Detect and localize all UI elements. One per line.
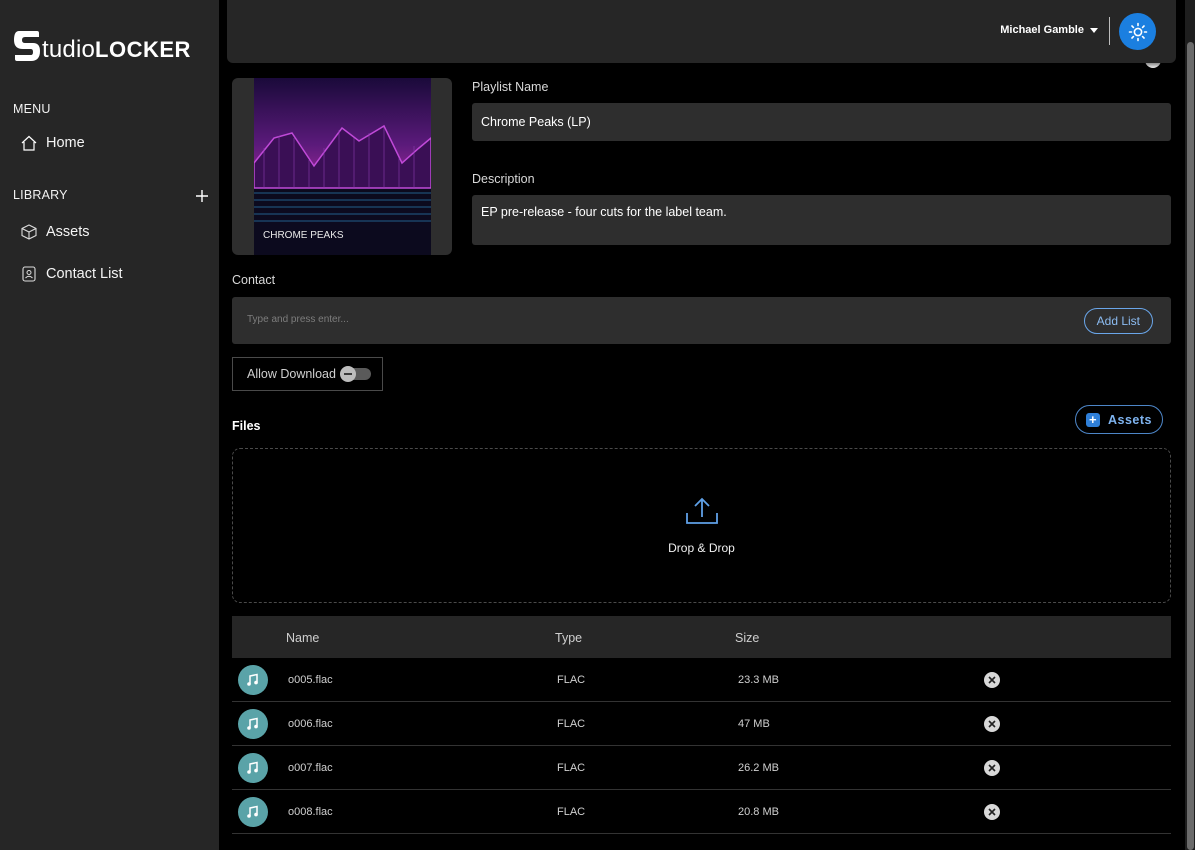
plus-icon: + [1086,412,1100,427]
sidebar-item-contact-list[interactable]: Contact List [20,265,123,283]
user-menu[interactable]: Michael Gamble [1000,24,1098,36]
sun-icon [1128,22,1147,41]
assets-button-label: Assets [1108,412,1152,427]
file-type: FLAC [557,718,586,730]
library-section-title: LIBRARY [13,188,68,202]
user-name: Michael Gamble [1000,24,1084,36]
contact-placeholder: Type and press enter... [247,314,349,325]
toggle-knob [340,366,356,382]
remove-file-icon[interactable] [984,760,1000,776]
sidebar: tudioLOCKER MENU Home LIBRARY Assets Con… [0,0,219,850]
toggle-switch[interactable] [340,366,371,382]
logo-text: tudioLOCKER [42,36,191,63]
allow-download-toggle[interactable]: Allow Download [232,357,383,391]
dropzone-text: Drop & Drop [668,541,735,555]
music-note-icon [238,665,268,695]
sidebar-item-home[interactable]: Home [20,134,85,152]
remove-file-icon[interactable] [984,672,1000,688]
file-size: 26.2 MB [738,762,779,774]
music-note-icon [238,709,268,739]
cube-icon [21,224,37,240]
description-textarea[interactable]: EP pre-release - four cuts for the label… [472,195,1171,245]
remove-file-icon[interactable] [984,716,1000,732]
files-table: Name Type Size o005.flac FLAC 23.3 MB o006.… [232,616,1171,834]
table-header: Name Type Size [232,616,1171,658]
file-type: FLAC [557,806,586,818]
file-name: o007.flac [288,762,333,774]
remove-file-icon[interactable] [984,804,1000,820]
file-dropzone[interactable]: Drop & Drop [232,448,1171,603]
playlist-name-value: Chrome Peaks (LP) [481,115,591,129]
upload-icon [686,497,718,524]
table-row[interactable]: o005.flac FLAC 23.3 MB [232,658,1171,702]
menu-section-title: MENU [13,102,51,116]
file-type: FLAC [557,762,586,774]
playlist-name-label: Playlist Name [472,80,549,94]
music-note-icon [238,797,268,827]
divider [1109,17,1110,45]
column-header-size[interactable]: Size [735,631,759,645]
top-bar: Michael Gamble [227,0,1176,63]
add-assets-button[interactable]: + Assets [1075,405,1163,434]
theme-toggle-button[interactable] [1119,13,1156,50]
file-name: o006.flac [288,718,333,730]
sidebar-item-assets[interactable]: Assets [20,223,90,241]
file-size: 47 MB [738,718,770,730]
table-row[interactable]: o008.flac FLAC 20.8 MB [232,790,1171,834]
studiolocker-logo[interactable]: tudioLOCKER [13,27,191,63]
file-name: o005.flac [288,674,333,686]
scrollbar-thumb[interactable] [1187,42,1194,850]
contact-icon [22,266,36,282]
playlist-name-input[interactable]: Chrome Peaks (LP) [472,103,1171,141]
sidebar-item-label: Home [46,135,85,151]
chevron-down-icon [1090,27,1098,33]
file-size: 20.8 MB [738,806,779,818]
sidebar-item-label: Assets [46,224,90,240]
table-row[interactable]: o007.flac FLAC 26.2 MB [232,746,1171,790]
column-header-type[interactable]: Type [555,631,582,645]
description-label: Description [472,172,535,186]
cover-title: CHROME PEAKS [263,230,344,241]
add-library-icon[interactable] [194,188,210,204]
home-icon [21,135,37,151]
music-note-icon [238,753,268,783]
file-size: 23.3 MB [738,674,779,686]
files-title: Files [232,419,261,433]
playlist-cover[interactable]: CHROME PEAKS [232,78,452,255]
description-value: EP pre-release - four cuts for the label… [481,205,727,219]
table-row[interactable]: o006.flac FLAC 47 MB [232,702,1171,746]
logo-s-icon [14,31,40,61]
file-type: FLAC [557,674,586,686]
column-header-name[interactable]: Name [286,631,319,645]
file-name: o008.flac [288,806,333,818]
sidebar-item-label: Contact List [46,266,123,282]
contact-input[interactable]: Type and press enter... Add List [232,297,1171,344]
add-list-button[interactable]: Add List [1083,308,1153,334]
allow-download-label: Allow Download [247,367,336,381]
contact-label: Contact [232,273,276,287]
cover-art-image: CHROME PEAKS [254,78,431,255]
